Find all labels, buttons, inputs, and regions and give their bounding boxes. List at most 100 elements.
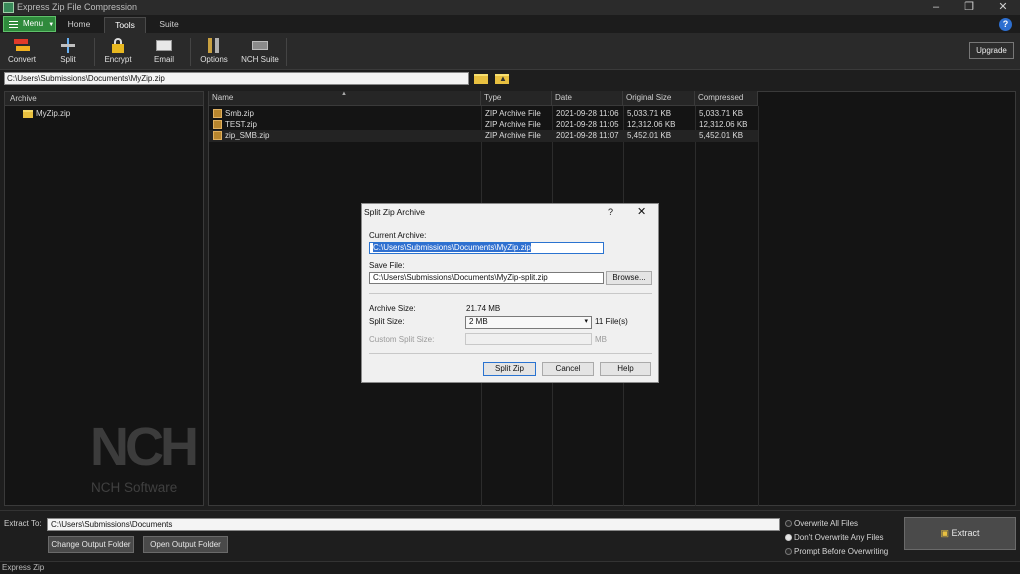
- folder-up-icon[interactable]: ▲: [494, 71, 510, 85]
- split-zip-dialog: Split Zip Archive ? ✕ Current Archive: C…: [361, 203, 659, 383]
- column-header-name[interactable]: Name ▲: [209, 91, 481, 106]
- file-original-size: 5,452.01 KB: [627, 131, 672, 140]
- open-output-folder-button[interactable]: Open Output Folder: [143, 536, 228, 553]
- upgrade-button[interactable]: Upgrade: [969, 42, 1014, 59]
- split-zip-button[interactable]: Split Zip: [483, 362, 536, 376]
- tools-icon: [205, 38, 223, 53]
- file-type: ZIP Archive File: [485, 109, 541, 118]
- extract-label: Extract: [951, 528, 980, 538]
- file-original-size: 12,312.06 KB: [627, 120, 676, 129]
- file-count: 11 File(s): [595, 317, 628, 326]
- dont-overwrite-label: Don't Overwrite Any Files: [794, 533, 884, 542]
- convert-label: Convert: [7, 55, 36, 64]
- email-label: Email: [153, 55, 174, 64]
- path-field[interactable]: C:\Users\Submissions\Documents\MyZip.zip: [4, 72, 469, 85]
- change-output-folder-button[interactable]: Change Output Folder: [48, 536, 134, 553]
- dont-overwrite-radio[interactable]: [785, 534, 792, 541]
- dialog-close-icon[interactable]: ✕: [637, 205, 646, 218]
- column-header-compressed[interactable]: Compressed: [695, 91, 758, 106]
- options-label: Options: [200, 55, 228, 64]
- save-file-field[interactable]: C:\Users\Submissions\Documents\MyZip-spl…: [369, 272, 604, 284]
- hamburger-icon: [9, 21, 18, 28]
- envelope-icon: [155, 38, 173, 53]
- split-size-value: 2 MB: [469, 317, 488, 326]
- zip-file-icon: [213, 120, 222, 129]
- chevron-down-icon: ▼: [48, 22, 55, 28]
- restore-button[interactable]: ❐: [955, 0, 983, 15]
- minimize-button[interactable]: –: [922, 0, 950, 15]
- status-bar: Express Zip: [0, 561, 1020, 574]
- file-compressed-size: 5,452.01 KB: [699, 131, 744, 140]
- split-label: Split: [60, 55, 76, 64]
- dialog-divider: [369, 353, 652, 354]
- nch-suite-label: NCH Suite: [241, 55, 279, 64]
- suite-icon: [251, 38, 269, 53]
- toolbar-divider: [286, 38, 287, 66]
- close-window-button[interactable]: ✕: [989, 0, 1017, 15]
- column-divider: [758, 106, 759, 506]
- nch-suite-button[interactable]: NCH Suite: [240, 36, 280, 68]
- tab-home[interactable]: Home: [60, 17, 98, 33]
- chevron-down-icon: ▾: [584, 318, 588, 325]
- lock-icon: [109, 38, 127, 53]
- zip-file-icon: [213, 109, 222, 118]
- current-archive-field[interactable]: C:\Users\Submissions\Documents\MyZip.zip: [369, 242, 604, 254]
- prompt-overwrite-label: Prompt Before Overwriting: [794, 547, 889, 556]
- extract-to-label: Extract To:: [4, 519, 42, 528]
- archive-size-value: 21.74 MB: [466, 304, 501, 313]
- overwrite-all-radio[interactable]: [785, 520, 792, 527]
- title-bar: Express Zip File Compression – ❐ ✕: [0, 0, 1020, 15]
- custom-split-size-field[interactable]: [465, 333, 592, 345]
- file-name: Smb.zip: [225, 109, 254, 118]
- extract-path-field[interactable]: C:\Users\Submissions\Documents: [47, 518, 780, 531]
- encrypt-label: Encrypt: [104, 55, 132, 64]
- extract-icon: ▣: [940, 528, 949, 538]
- file-original-size: 5,033.71 KB: [627, 109, 672, 118]
- table-row[interactable]: TEST.zip ZIP Archive File 2021-09-28 11:…: [209, 119, 758, 130]
- nch-logo: NCH: [90, 417, 199, 477]
- convert-button[interactable]: Convert: [4, 36, 40, 68]
- custom-split-unit: MB: [595, 335, 607, 344]
- file-compressed-size: 12,312.06 KB: [699, 120, 748, 129]
- tab-tools[interactable]: Tools: [104, 17, 146, 33]
- dialog-title: Split Zip Archive: [364, 207, 425, 217]
- split-icon: [59, 38, 77, 53]
- help-button[interactable]: Help: [600, 362, 651, 376]
- column-header-type[interactable]: Type: [481, 91, 552, 106]
- column-divider: [695, 106, 696, 506]
- custom-split-size-label: Custom Split Size:: [369, 335, 435, 344]
- archive-tree-item[interactable]: MyZip.zip: [36, 108, 70, 119]
- extract-button[interactable]: ▣ Extract: [904, 517, 1016, 550]
- save-file-label: Save File:: [369, 261, 405, 270]
- overwrite-all-label: Overwrite All Files: [794, 519, 859, 528]
- open-folder-icon[interactable]: [473, 71, 489, 85]
- tab-suite[interactable]: Suite: [150, 17, 188, 33]
- split-size-label: Split Size:: [369, 317, 405, 326]
- file-date: 2021-09-28 11:06: [556, 109, 619, 118]
- file-compressed-size: 5,033.71 KB: [699, 109, 744, 118]
- split-size-select[interactable]: 2 MB ▾: [465, 316, 592, 329]
- file-type: ZIP Archive File: [485, 120, 541, 129]
- toolbar-divider: [94, 38, 95, 66]
- convert-icon: [13, 38, 31, 53]
- column-header-date[interactable]: Date: [552, 91, 623, 106]
- dialog-divider: [369, 293, 652, 294]
- help-icon[interactable]: ?: [999, 18, 1012, 31]
- file-date: 2021-09-28 11:05: [556, 120, 619, 129]
- dialog-help-icon[interactable]: ?: [608, 207, 613, 217]
- menu-button[interactable]: Menu ▼: [3, 16, 56, 32]
- column-header-original-size[interactable]: Original Size: [623, 91, 695, 106]
- table-row[interactable]: Smb.zip ZIP Archive File 2021-09-28 11:0…: [209, 108, 758, 119]
- file-type: ZIP Archive File: [485, 131, 541, 140]
- browse-button[interactable]: Browse...: [606, 271, 652, 285]
- options-button[interactable]: Options: [196, 36, 232, 68]
- split-button[interactable]: Split: [50, 36, 86, 68]
- email-button[interactable]: Email: [146, 36, 182, 68]
- cancel-button[interactable]: Cancel: [542, 362, 594, 376]
- toolbar-divider: [190, 38, 191, 66]
- table-row[interactable]: zip_SMB.zip ZIP Archive File 2021-09-28 …: [209, 130, 758, 142]
- prompt-overwrite-radio[interactable]: [785, 548, 792, 555]
- nch-software-text: NCH Software: [91, 480, 178, 495]
- encrypt-button[interactable]: Encrypt: [100, 36, 136, 68]
- file-name: TEST.zip: [225, 120, 258, 129]
